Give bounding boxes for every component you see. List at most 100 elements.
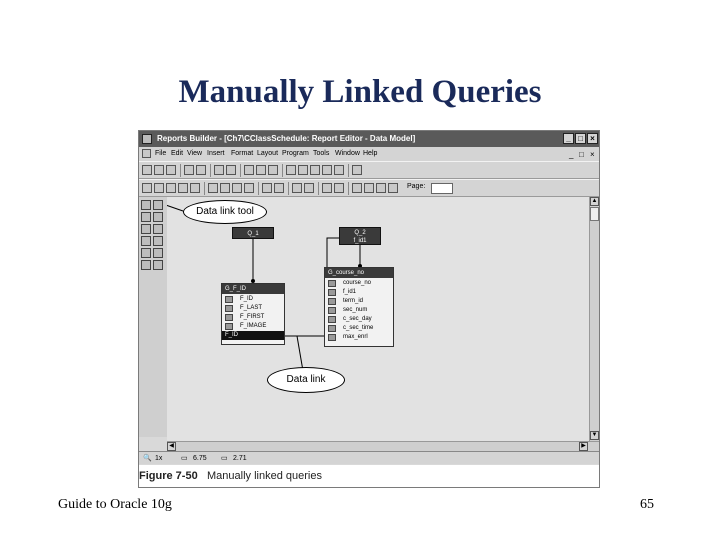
group-column-row[interactable]: c_sec_day [325,315,393,324]
copy-icon[interactable] [256,165,266,175]
menu-window[interactable]: Window [335,147,360,161]
cross-product-tool-icon[interactable] [141,224,151,234]
data-model-icon[interactable] [334,165,344,175]
mdi-close-button[interactable]: × [590,148,595,162]
menu-layout[interactable]: Layout [257,147,278,161]
menu-insert[interactable]: Insert [207,147,225,161]
ungroup-icon[interactable] [304,183,314,193]
toolbar-separator [204,182,205,195]
help-icon[interactable] [352,165,362,175]
group-column-row[interactable]: F_LAST [222,304,284,313]
data-model-canvas[interactable]: Data link tool Q_1 Q_2 f_id1 G_F_ID F_ID… [167,197,589,441]
maximize-button[interactable]: □ [575,133,586,144]
query-q2[interactable]: Q_2 f_id1 [339,227,381,245]
web-source-icon[interactable] [154,183,164,193]
group-g-course-no[interactable]: G_course_no course_no f_id1 term_id sec_… [324,267,394,347]
zoom-out-icon[interactable] [334,183,344,193]
query-tool-icon[interactable] [141,212,151,222]
scroll-up-arrow-icon[interactable]: ▲ [590,197,599,206]
zoom-in-icon[interactable] [322,183,332,193]
minimize-button[interactable]: _ [563,133,574,144]
number-column-icon [328,334,336,341]
menu-help[interactable]: Help [363,147,377,161]
mdi-minimize-button[interactable]: _ [569,148,573,162]
footer-course-title: Guide to Oracle 10g [58,497,172,512]
align-left-icon[interactable] [208,183,218,193]
scroll-thumb[interactable] [590,207,599,221]
align-justify-icon[interactable] [244,183,254,193]
mdi-restore-button[interactable]: □ [579,148,584,162]
query-q1[interactable]: Q_1 [232,227,274,239]
data-link-tool-icon[interactable] [153,212,163,222]
select-tool-icon[interactable] [141,200,151,210]
page-number-input[interactable] [431,183,453,194]
previous-page-icon[interactable] [364,183,374,193]
run-report-icon[interactable] [214,165,224,175]
data-wizard-icon[interactable] [298,165,308,175]
sql-query-tool-icon[interactable] [141,248,151,258]
group-column-row[interactable]: term_id [325,297,393,306]
group-column-row[interactable]: max_enrl [325,333,393,342]
lock-icon[interactable] [262,183,272,193]
menu-file[interactable]: File [155,147,166,161]
paper-layout-view-icon[interactable] [166,183,176,193]
column-name: F_ID [225,332,239,338]
menu-edit[interactable]: Edit [171,147,183,161]
xml-query-tool-icon[interactable] [141,260,151,270]
group-column-row[interactable]: c_sec_time [325,324,393,333]
menu-format[interactable]: Format [231,147,253,161]
print-preview-icon[interactable] [196,165,206,175]
menu-view[interactable]: View [187,147,202,161]
group-column-row[interactable]: f_id1 [325,288,393,297]
ref-cursor-tool-icon[interactable] [153,248,163,258]
new-icon[interactable] [142,165,152,175]
magnify-tool-icon[interactable] [153,200,163,210]
page-label: Page: [407,183,426,190]
menu-program[interactable]: Program [282,147,309,161]
placeholder-column-tool-icon[interactable] [153,236,163,246]
summary-column-tool-icon[interactable] [141,236,151,246]
callout-leader-line [167,204,184,212]
scroll-down-arrow-icon[interactable]: ▼ [590,431,599,440]
group-column-row[interactable]: course_no [325,279,393,288]
open-icon[interactable] [154,165,164,175]
next-page-icon[interactable] [376,183,386,193]
align-center-icon[interactable] [220,183,230,193]
object-navigator-icon[interactable] [310,165,320,175]
column-name: course_no [343,280,372,286]
group-column-row[interactable]: F_IMAGE [222,322,284,331]
bring-front-icon[interactable] [274,183,284,193]
jdbc-query-tool-icon[interactable] [153,260,163,270]
group-column-row[interactable]: F_FIRST [222,313,284,322]
scroll-right-arrow-icon[interactable]: ▶ [579,442,588,451]
cut-icon[interactable] [244,165,254,175]
menu-tools[interactable]: Tools [313,147,329,161]
align-right-icon[interactable] [232,183,242,193]
column-name: term_id [343,298,364,304]
scroll-left-arrow-icon[interactable]: ◀ [167,442,176,451]
save-icon[interactable] [166,165,176,175]
group-column-row[interactable]: sec_num [325,306,393,315]
zoom-icon: 🔍 [143,455,152,462]
close-button[interactable]: × [587,133,598,144]
paper-design-icon[interactable] [178,183,188,193]
last-page-icon[interactable] [388,183,398,193]
parameter-form-icon[interactable] [190,183,200,193]
report-wizard-icon[interactable] [286,165,296,175]
horizontal-scrollbar[interactable]: ◀ ▶ [167,441,599,451]
group-column-row[interactable]: F_ID [222,295,284,304]
group-column-row-selected[interactable]: F_ID [222,331,284,340]
first-page-icon[interactable] [352,183,362,193]
toolbar-separator [240,164,241,177]
data-model-view-icon[interactable] [142,183,152,193]
vertical-scrollbar[interactable]: ▲ ▼ [589,197,599,441]
query-name: Q_2 [354,230,366,236]
group-g-f-id[interactable]: G_F_ID F_ID F_LAST F_FIRST F_IMAGE F_ID [221,283,285,345]
group-name: G_course_no [325,268,393,278]
formula-column-tool-icon[interactable] [153,224,163,234]
paper-layout-icon[interactable] [226,165,236,175]
property-inspector-icon[interactable] [322,165,332,175]
group-icon[interactable] [292,183,302,193]
paste-icon[interactable] [268,165,278,175]
print-icon[interactable] [184,165,194,175]
